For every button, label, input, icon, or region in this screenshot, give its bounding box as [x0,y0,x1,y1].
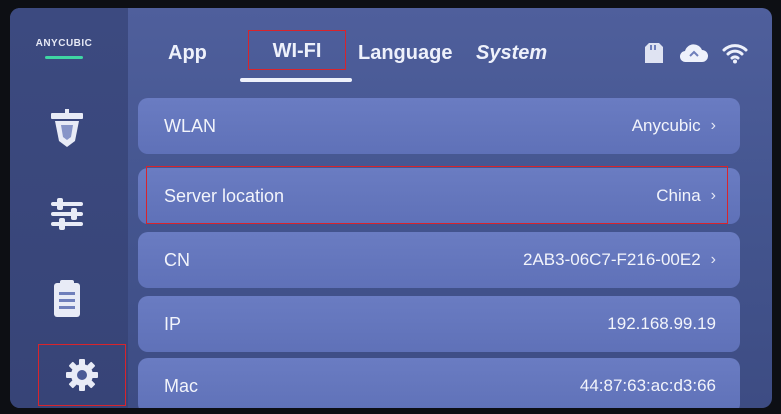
tab-wifi[interactable]: WI-FI [248,30,346,70]
cn-row[interactable]: CN 2AB3-06C7-F216-00E2 › [138,232,740,288]
sliders-icon [51,198,83,230]
ip-value: 192.168.99.19 [607,314,716,333]
wlan-value-wrap: Anycubic › [632,116,716,136]
mac-row: Mac 44:87:63:ac:d3:66 [138,358,740,408]
wlan-label: WLAN [164,115,217,136]
ip-row: IP 192.168.99.19 [138,296,740,352]
chevron-right-icon: › [710,117,716,134]
wifi-icon [722,44,748,64]
print-icon [51,109,83,147]
sidebar: ANYCUBIC [10,8,128,408]
tab-app[interactable]: App [168,36,207,70]
brand-logo: ANYCUBIC [35,38,93,49]
file-list-icon [54,280,80,317]
sidebar-item-controls[interactable] [32,185,102,243]
cloud-icon [679,44,708,63]
ip-value-wrap: 192.168.99.19 [607,314,716,334]
mac-value-wrap: 44:87:63:ac:d3:66 [580,376,716,396]
tab-language[interactable]: Language [358,36,452,70]
sidebar-item-files[interactable] [32,270,102,328]
sidebar-item-settings[interactable] [38,344,126,406]
ip-label: IP [164,313,182,334]
wlan-value: Anycubic [631,116,701,135]
active-tab-indicator [240,78,352,82]
wlan-row[interactable]: WLAN Anycubic › [138,98,740,154]
tab-system[interactable]: System [476,36,547,70]
chevron-right-icon: › [710,251,716,268]
status-bar [644,41,748,65]
sd-card-icon [645,43,663,63]
gear-icon [66,359,98,391]
sidebar-item-print[interactable] [32,100,102,158]
cn-value: 2AB3-06C7-F216-00E2 [523,250,701,269]
mac-label: Mac [164,375,199,396]
brand-logo-underline [45,56,83,59]
cn-value-wrap: 2AB3-06C7-F216-00E2 › [523,250,716,270]
cn-label: CN [164,249,190,270]
server-location-highlight [146,166,728,224]
printer-screen: ANYCUBIC App WI-FI Language System WLAN … [10,8,772,408]
mac-value: 44:87:63:ac:d3:66 [579,376,716,395]
